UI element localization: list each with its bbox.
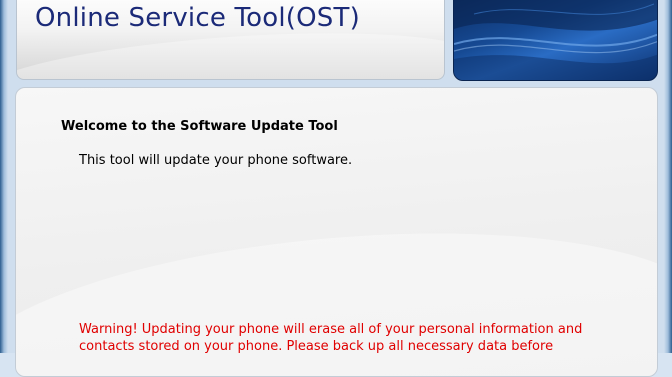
app-title: Online Service Tool(OST) [35,3,360,33]
banner-image [453,0,658,81]
content-panel: Welcome to the Software Update Tool This… [15,87,658,377]
description-text: This tool will update your phone softwar… [79,153,353,168]
header-panel: Online Service Tool(OST) [16,0,445,80]
banner-waves-graphic [454,0,657,80]
welcome-heading: Welcome to the Software Update Tool [61,119,338,134]
warning-text: Warning! Updating your phone will erase … [79,322,583,354]
